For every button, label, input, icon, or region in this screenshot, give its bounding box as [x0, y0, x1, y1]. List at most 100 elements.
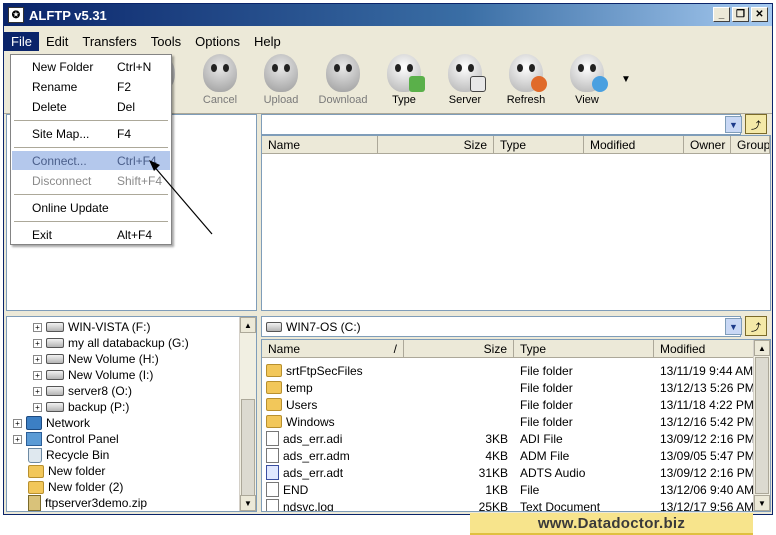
- tree-item[interactable]: + Network: [13, 415, 90, 431]
- menu-item-label: Rename: [32, 79, 78, 94]
- scroll-up-icon[interactable]: ▲: [754, 340, 770, 356]
- cancel-label: Cancel: [202, 94, 238, 106]
- local-path-dropdown-icon[interactable]: ▼: [725, 318, 742, 335]
- toolbar-more-icon[interactable]: ▼: [621, 74, 631, 85]
- tree-item-label: WIN-VISTA (F:): [68, 320, 151, 334]
- scroll-thumb[interactable]: [241, 399, 255, 499]
- menu-help[interactable]: Help: [247, 32, 288, 51]
- file-size: 3KB: [485, 431, 508, 446]
- file-name: Users: [286, 397, 318, 412]
- expand-icon[interactable]: +: [33, 386, 42, 396]
- remote-col-name[interactable]: Name: [262, 136, 378, 153]
- menu-separator: [14, 147, 168, 148]
- file-name: ads_err.adi: [283, 431, 343, 446]
- drive-icon: [46, 402, 64, 412]
- download-button[interactable]: Download: [313, 54, 373, 110]
- expand-icon[interactable]: +: [33, 338, 42, 348]
- tree-scrollbar[interactable]: ▲ ▼: [239, 317, 256, 511]
- menu-file[interactable]: File: [4, 31, 39, 51]
- upload-icon: [264, 54, 298, 92]
- tree-item[interactable]: New folder (2): [28, 479, 123, 495]
- local-col-size[interactable]: Size: [404, 340, 514, 357]
- expand-icon[interactable]: +: [13, 434, 22, 444]
- menu-rename[interactable]: Rename F2: [12, 77, 170, 96]
- tree-item-label: backup (P:): [68, 400, 130, 414]
- upload-button[interactable]: Upload: [251, 54, 311, 110]
- tree-item[interactable]: + my all databackup (G:): [33, 335, 189, 351]
- remote-file-list[interactable]: Name Size Type Modified Owner Group: [261, 135, 771, 311]
- refresh-label: Refresh: [506, 94, 546, 106]
- local-col-name[interactable]: Name /: [262, 340, 404, 357]
- cancel-button[interactable]: Cancel: [190, 54, 250, 110]
- file-type: File folder: [520, 363, 573, 378]
- menu-item-label: Online Update: [32, 200, 109, 215]
- menu-delete[interactable]: Delete Del: [12, 97, 170, 116]
- type-button[interactable]: Type: [374, 54, 434, 110]
- type-label: Type: [392, 94, 416, 106]
- menu-transfers[interactable]: Transfers: [75, 32, 143, 51]
- local-file-list[interactable]: Name / Size Type Modified srtFtpSecFiles…: [261, 339, 771, 512]
- tree-item-label: New folder: [48, 464, 106, 478]
- file-icon: [266, 499, 279, 511]
- drive-icon: [46, 338, 64, 348]
- scroll-thumb[interactable]: [755, 357, 769, 494]
- restore-icon[interactable]: ❐: [732, 7, 749, 22]
- remote-path-dropdown-icon[interactable]: ▼: [725, 116, 742, 133]
- local-col-modified[interactable]: Modified: [654, 340, 754, 357]
- remote-path-combo[interactable]: [261, 114, 741, 135]
- tree-item[interactable]: + WIN-VISTA (F:): [33, 319, 150, 335]
- refresh-button[interactable]: Refresh: [496, 54, 556, 110]
- remote-col-size[interactable]: Size: [378, 136, 494, 153]
- menu-new-folder[interactable]: New Folder Ctrl+N: [12, 57, 170, 76]
- remote-col-group[interactable]: Group: [731, 136, 770, 153]
- local-path-combo[interactable]: WIN7-OS (C:): [261, 316, 741, 337]
- local-col-name-label: Name: [268, 342, 301, 356]
- remote-col-type[interactable]: Type: [494, 136, 584, 153]
- menu-tools[interactable]: Tools: [144, 32, 188, 51]
- tree-item-label: server8 (O:): [68, 384, 133, 398]
- close-icon[interactable]: ✕: [751, 7, 768, 22]
- menu-item-label: Delete: [32, 99, 67, 114]
- tree-item-label: New Volume (I:): [68, 368, 154, 382]
- expand-icon[interactable]: +: [33, 370, 42, 380]
- scroll-up-icon[interactable]: ▲: [240, 317, 256, 333]
- file-name: Windows: [286, 414, 335, 429]
- file-type: ADTS Audio: [520, 465, 586, 480]
- menu-edit[interactable]: Edit: [39, 32, 75, 51]
- expand-icon[interactable]: +: [13, 418, 22, 428]
- cancel-icon: [203, 54, 237, 92]
- file-type: Text Document: [520, 499, 601, 512]
- tree-item[interactable]: + New Volume (I:): [33, 367, 153, 383]
- remote-up-folder-icon[interactable]: ⤴: [745, 114, 767, 134]
- audio-file-icon: [266, 465, 279, 480]
- server-button[interactable]: Server: [435, 54, 495, 110]
- title-bar[interactable]: ✪ ALFTP v5.31 _ ❐ ✕: [4, 4, 772, 26]
- file-name: temp: [286, 380, 313, 395]
- tree-item[interactable]: + server8 (O:): [33, 383, 132, 399]
- expand-icon[interactable]: +: [33, 402, 42, 412]
- scroll-down-icon[interactable]: ▼: [754, 495, 770, 511]
- tree-item[interactable]: Recycle Bin: [28, 447, 109, 463]
- file-name: END: [283, 482, 309, 497]
- remote-col-owner[interactable]: Owner: [684, 136, 731, 153]
- expand-icon[interactable]: +: [33, 354, 42, 364]
- tree-item[interactable]: ftpserver3demo.zip: [28, 495, 147, 511]
- tree-item[interactable]: + backup (P:): [33, 399, 129, 415]
- menu-options[interactable]: Options: [188, 32, 247, 51]
- view-button[interactable]: View: [557, 54, 617, 110]
- local-up-folder-icon[interactable]: ⤴: [745, 316, 767, 336]
- tree-item[interactable]: + New Volume (H:): [33, 351, 159, 367]
- menu-item-shortcut: Del: [117, 99, 136, 114]
- local-tree-pane[interactable]: + WIN-VISTA (F:) + my all databackup (G:…: [6, 316, 257, 512]
- remote-col-modified[interactable]: Modified: [584, 136, 684, 153]
- tree-item[interactable]: New folder: [28, 463, 105, 479]
- local-col-type[interactable]: Type: [514, 340, 654, 357]
- expand-icon[interactable]: +: [33, 322, 42, 332]
- scroll-down-icon[interactable]: ▼: [240, 495, 256, 511]
- minimize-icon[interactable]: _: [713, 7, 730, 22]
- file-list-scrollbar[interactable]: ▲ ▼: [753, 340, 770, 511]
- tree-item-label: New Volume (H:): [68, 352, 159, 366]
- menu-site-map[interactable]: Site Map... F4: [12, 124, 170, 143]
- tree-item[interactable]: + Control Panel: [13, 431, 119, 447]
- server-icon: [448, 54, 486, 92]
